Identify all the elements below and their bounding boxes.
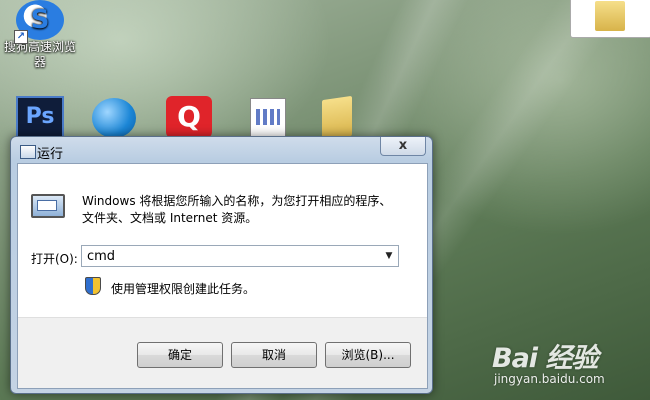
desktop-icon-label: 器 xyxy=(33,55,46,69)
open-input-value[interactable]: cmd xyxy=(87,249,115,264)
dropdown-arrow-icon[interactable]: ▼ xyxy=(380,246,398,266)
dialog-title: 运行 xyxy=(37,147,64,162)
uac-shield-icon xyxy=(85,277,101,295)
description-line-2: 文件夹、文档或 Internet 资源。 xyxy=(82,211,258,225)
admin-privilege-text: 使用管理权限创建此任务。 xyxy=(111,282,256,296)
folder-icon xyxy=(595,1,625,31)
folder-window-corner[interactable] xyxy=(570,0,650,38)
run-dialog: 运行 x Windows 将根据您所输入的名称，为您打开相应的程序、 文件夹、文… xyxy=(10,136,433,394)
run-program-icon xyxy=(31,194,65,218)
red-q-app-icon[interactable]: Q xyxy=(166,96,212,138)
cancel-button[interactable]: 取消 xyxy=(231,342,317,368)
folder-icon[interactable] xyxy=(322,95,352,141)
dialog-body: Windows 将根据您所输入的名称，为您打开相应的程序、 文件夹、文档或 In… xyxy=(17,163,428,389)
open-label: 打开(O): xyxy=(31,252,78,266)
run-window-icon xyxy=(20,145,36,159)
watermark-logo: Bai 经验 xyxy=(492,343,598,374)
baidu-jingyan-watermark: Bai 经验 xyxy=(492,336,598,375)
shortcut-arrow-icon: ↗ xyxy=(14,30,28,44)
desktop-icon-sogou-browser[interactable]: S ↗ 搜狗高速浏览 器 xyxy=(2,0,78,70)
browser-globe-icon[interactable] xyxy=(92,98,136,138)
photoshop-icon[interactable]: Ps xyxy=(16,96,64,140)
watermark-url: jingyan.baidu.com xyxy=(494,372,605,386)
sogou-browser-icon: S ↗ xyxy=(14,0,64,44)
ok-button[interactable]: 确定 xyxy=(137,342,223,368)
close-button[interactable]: x xyxy=(380,137,426,156)
browse-button[interactable]: 浏览(B)... xyxy=(325,342,411,368)
dialog-titlebar[interactable]: 运行 x xyxy=(11,137,432,163)
open-combobox[interactable]: cmd ▼ xyxy=(81,245,399,267)
description-line-1: Windows 将根据您所输入的名称，为您打开相应的程序、 xyxy=(82,194,392,208)
